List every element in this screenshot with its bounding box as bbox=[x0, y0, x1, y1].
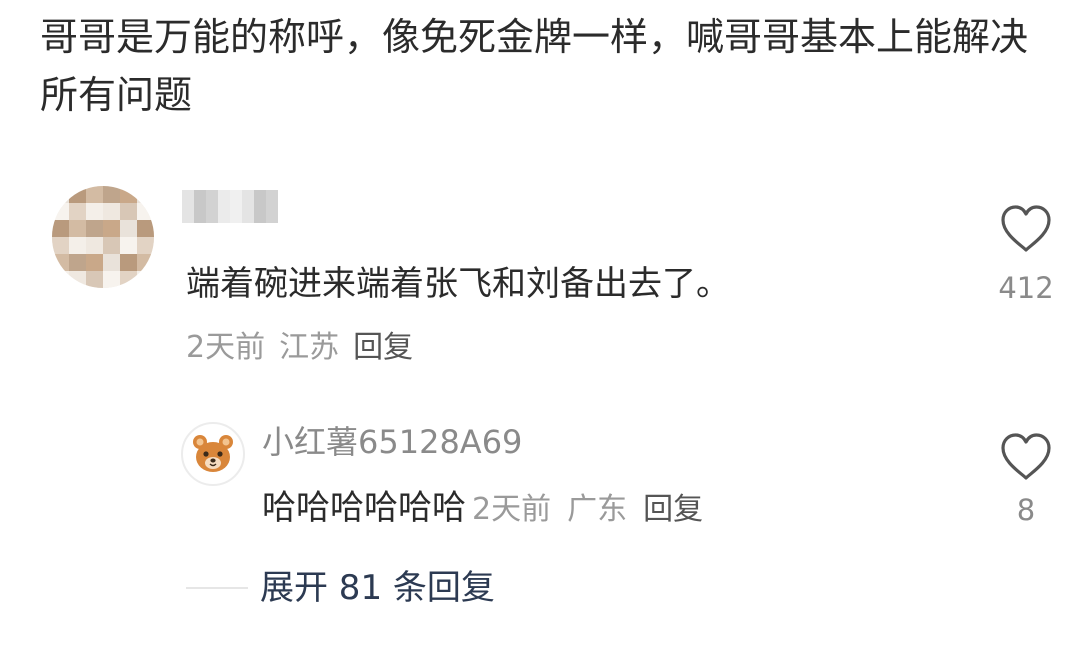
avatar-mosaic-tile bbox=[137, 203, 154, 220]
avatar-mosaic-tile bbox=[52, 220, 69, 237]
expand-replies-button[interactable]: 展开 81 条回复 bbox=[260, 564, 495, 612]
avatar-mosaic-tile bbox=[86, 220, 103, 237]
comment-location: 江苏 bbox=[279, 330, 340, 365]
username-mosaic-tile bbox=[242, 212, 254, 223]
comment-meta: 2天前 江苏 回复 bbox=[186, 328, 427, 368]
heart-icon[interactable] bbox=[986, 432, 1066, 482]
avatar-mosaic-tile bbox=[86, 254, 103, 271]
username-mosaic-tile bbox=[230, 190, 242, 201]
avatar-mosaic-tile bbox=[103, 220, 120, 237]
username-mosaic-tile bbox=[206, 201, 218, 212]
post-text: 哥哥是万能的称呼，像免死金牌一样，喊哥哥基本上能解决所有问题 bbox=[40, 15, 1029, 117]
username-mosaic-tile bbox=[254, 190, 266, 201]
sub-reply-location: 广东 bbox=[567, 492, 628, 527]
username-mosaic-tile bbox=[218, 212, 230, 223]
avatar-mosaic-tile bbox=[69, 254, 86, 271]
sub-reply-like-group[interactable]: 8 bbox=[986, 432, 1066, 530]
username-mosaic-tile bbox=[242, 201, 254, 212]
avatar-mosaic-tile bbox=[86, 237, 103, 254]
sub-reply-like-count: 8 bbox=[1016, 493, 1036, 527]
avatar-mosaic-tile bbox=[137, 220, 154, 237]
username-mosaic-tile bbox=[206, 212, 218, 223]
avatar-mosaic-tile bbox=[52, 237, 69, 254]
comment-reply-button[interactable]: 回复 bbox=[353, 330, 413, 365]
avatar-mosaic-tile bbox=[120, 203, 137, 220]
username-mosaic-tile bbox=[182, 201, 194, 212]
username-mosaic-tile bbox=[254, 201, 266, 212]
avatar-mosaic-tile bbox=[137, 271, 154, 288]
username-mosaic-tile bbox=[242, 190, 254, 201]
avatar-mosaic-tile bbox=[103, 271, 120, 288]
avatar-mosaic-tile bbox=[69, 203, 86, 220]
avatar-mosaic-tile bbox=[69, 220, 86, 237]
heart-icon[interactable] bbox=[986, 204, 1066, 254]
username-mosaic-tile bbox=[266, 190, 278, 201]
username-mosaic-tile bbox=[254, 212, 266, 223]
sub-reply-text: 哈哈哈哈哈哈 bbox=[262, 488, 466, 528]
username-mosaic-tile bbox=[266, 201, 278, 212]
avatar-mosaic-tile bbox=[120, 186, 137, 203]
sub-reply-reply-button[interactable]: 回复 bbox=[643, 492, 703, 527]
comment-time: 2天前 bbox=[186, 330, 266, 365]
username-mosaic-tile bbox=[206, 190, 218, 201]
username-mosaic-tile bbox=[218, 190, 230, 201]
avatar-mosaic-tile bbox=[86, 271, 103, 288]
avatar-mosaic-tile bbox=[52, 203, 69, 220]
username-mosaic-tile bbox=[266, 212, 278, 223]
username-mosaic-tile bbox=[230, 212, 242, 223]
avatar-mosaic-tile bbox=[86, 186, 103, 203]
avatar-mosaic-tile bbox=[137, 254, 154, 271]
commenter-username-blurred[interactable] bbox=[182, 190, 278, 224]
comment-like-group[interactable]: 412 bbox=[986, 204, 1066, 308]
avatar-mosaic-tile bbox=[103, 254, 120, 271]
sub-reply-avatar[interactable] bbox=[181, 422, 245, 486]
username-mosaic-tile bbox=[182, 212, 194, 223]
avatar-mosaic-tile bbox=[120, 220, 137, 237]
avatar-mosaic-tile bbox=[120, 271, 137, 288]
avatar-mosaic-tile bbox=[137, 186, 154, 203]
comment-like-count: 412 bbox=[998, 271, 1054, 305]
avatar-mosaic-tile bbox=[52, 271, 69, 288]
sub-reply-username[interactable]: 小红薯65128A69 bbox=[262, 418, 522, 466]
username-mosaic-tile bbox=[182, 190, 194, 201]
avatar-mosaic-tile bbox=[137, 237, 154, 254]
sub-reply-body: 哈哈哈哈哈哈 2天前 广东 回复 bbox=[262, 484, 713, 532]
avatar-mosaic-tile bbox=[69, 186, 86, 203]
avatar-mosaic-tile bbox=[86, 203, 103, 220]
avatar-mosaic-tile bbox=[52, 254, 69, 271]
avatar-mosaic-tile bbox=[120, 254, 137, 271]
comment-text: 端着碗进来端着张飞和刘备出去了。 bbox=[186, 264, 730, 304]
username-mosaic-tile bbox=[194, 190, 206, 201]
avatar-mosaic-tile bbox=[69, 271, 86, 288]
username-mosaic-tile bbox=[194, 201, 206, 212]
commenter-avatar[interactable] bbox=[52, 186, 154, 288]
username-mosaic-tile bbox=[218, 201, 230, 212]
expand-divider bbox=[186, 587, 248, 589]
username-mosaic-tile bbox=[194, 212, 206, 223]
avatar-mosaic-tile bbox=[103, 237, 120, 254]
avatar-mosaic-tile bbox=[120, 237, 137, 254]
sub-reply-time: 2天前 bbox=[472, 492, 552, 527]
avatar-mosaic-tile bbox=[52, 186, 69, 203]
username-mosaic-tile bbox=[230, 201, 242, 212]
avatar-mosaic-tile bbox=[103, 203, 120, 220]
avatar-mosaic-tile bbox=[103, 186, 120, 203]
avatar-mosaic-tile bbox=[69, 237, 86, 254]
